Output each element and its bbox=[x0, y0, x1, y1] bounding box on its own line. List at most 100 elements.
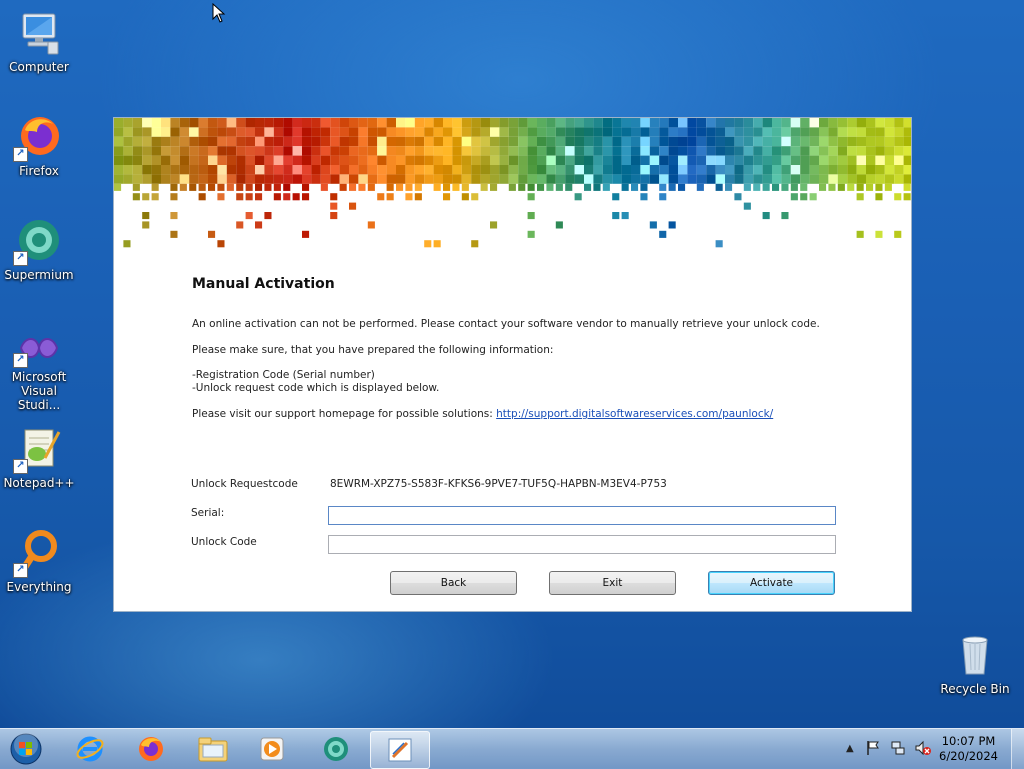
mosaic-tile bbox=[151, 193, 159, 201]
mosaic-tile bbox=[772, 146, 782, 156]
mosaic-tile bbox=[396, 165, 406, 175]
mosaic-tile bbox=[330, 155, 340, 165]
mosaic-tile bbox=[687, 155, 697, 165]
desktop-icon-supermium[interactable]: ↗ Supermium bbox=[2, 216, 76, 282]
back-button[interactable]: Back bbox=[390, 571, 517, 595]
mosaic-tile bbox=[612, 165, 622, 175]
mosaic-tile bbox=[584, 118, 594, 128]
shortcut-arrow-icon: ↗ bbox=[13, 147, 28, 162]
mosaic-tile bbox=[292, 165, 302, 175]
mosaic-tile bbox=[433, 127, 443, 137]
mosaic-tile bbox=[537, 118, 547, 128]
mosaic-tile bbox=[151, 155, 161, 165]
support-link[interactable]: http://support.digitalsoftwareservices.c… bbox=[496, 408, 773, 420]
mosaic-tile bbox=[819, 146, 829, 156]
mosaic-tile bbox=[424, 127, 434, 137]
mosaic-tile bbox=[790, 136, 801, 147]
mosaic-tile bbox=[903, 183, 911, 191]
desktop-icon-recycle-bin[interactable]: Recycle Bin bbox=[938, 630, 1012, 696]
mosaic-tile bbox=[443, 127, 453, 137]
action-center-flag-icon[interactable] bbox=[866, 740, 880, 756]
mosaic-tile bbox=[386, 193, 394, 201]
mosaic-tile bbox=[837, 174, 848, 184]
desktop-icon-notepadpp[interactable]: ↗ Notepad++ bbox=[2, 424, 76, 490]
mosaic-tile bbox=[452, 118, 462, 128]
mosaic-tile bbox=[245, 174, 255, 184]
start-button[interactable] bbox=[4, 731, 48, 767]
mosaic-tile bbox=[320, 146, 331, 156]
taskbar-activation-app[interactable] bbox=[370, 731, 430, 769]
taskbar-file-explorer[interactable] bbox=[187, 731, 239, 767]
mosaic-tile bbox=[490, 127, 500, 137]
mosaic-tile bbox=[631, 165, 641, 175]
desktop-icon-everything[interactable]: ↗ Everything bbox=[2, 528, 76, 594]
mosaic-tile bbox=[414, 193, 422, 201]
mosaic-tile bbox=[480, 118, 490, 128]
network-icon[interactable] bbox=[890, 740, 906, 756]
mosaic-tile bbox=[236, 221, 244, 229]
mosaic-tile bbox=[593, 127, 603, 137]
mosaic-tile bbox=[349, 183, 357, 191]
mosaic-tile bbox=[649, 136, 660, 147]
mosaic-tile bbox=[884, 165, 895, 175]
mosaic-tile bbox=[884, 155, 895, 165]
mosaic-tile bbox=[640, 146, 650, 156]
mosaic-tile bbox=[208, 127, 218, 137]
mosaic-tile bbox=[480, 155, 490, 165]
activate-button[interactable]: Activate bbox=[708, 571, 835, 595]
mosaic-tile bbox=[320, 136, 331, 147]
mosaic-tile bbox=[142, 165, 152, 175]
system-clock[interactable]: 10:07 PM 6/20/2024 bbox=[939, 734, 998, 764]
desktop-icon-computer[interactable]: Computer bbox=[2, 8, 76, 74]
mosaic-tile bbox=[602, 155, 613, 165]
mosaic-tile bbox=[734, 136, 744, 147]
file-explorer-icon bbox=[198, 737, 228, 762]
mosaic-tile bbox=[367, 221, 375, 229]
taskbar-internet-explorer[interactable] bbox=[64, 731, 116, 767]
mosaic-tile bbox=[640, 174, 650, 184]
mosaic-tile bbox=[687, 146, 697, 156]
mosaic-tile bbox=[367, 146, 378, 156]
mosaic-tile bbox=[480, 183, 488, 191]
mosaic-tile bbox=[255, 136, 265, 147]
mosaic-tile bbox=[762, 183, 770, 191]
serial-input[interactable] bbox=[328, 506, 836, 525]
mosaic-tile bbox=[480, 174, 490, 184]
mosaic-tile bbox=[339, 118, 349, 128]
mosaic-tile bbox=[405, 146, 415, 156]
mosaic-tile bbox=[170, 212, 178, 220]
shortcut-arrow-icon: ↗ bbox=[13, 563, 28, 578]
mosaic-tile bbox=[856, 155, 866, 165]
show-desktop-button[interactable] bbox=[1011, 729, 1024, 769]
mosaic-tile bbox=[527, 165, 537, 175]
mosaic-tile bbox=[245, 193, 253, 201]
unlock-code-input[interactable] bbox=[328, 535, 836, 554]
mosaic-tile bbox=[555, 174, 566, 184]
mosaic-tile bbox=[499, 174, 509, 184]
desktop-icon-visual-studio[interactable]: ↗ Microsoft Visual Studi... bbox=[2, 330, 76, 412]
mosaic-tile bbox=[179, 136, 190, 147]
show-hidden-icons-icon[interactable]: ▲ bbox=[846, 743, 854, 754]
mosaic-tile bbox=[443, 174, 453, 184]
mosaic-tile bbox=[264, 136, 274, 147]
mosaic-tile bbox=[226, 127, 237, 137]
taskbar-media-player[interactable] bbox=[246, 731, 298, 767]
mosaic-tile bbox=[377, 136, 387, 147]
mosaic-tile bbox=[405, 174, 415, 184]
mosaic-tile bbox=[555, 118, 566, 128]
mosaic-tile bbox=[621, 127, 631, 137]
mosaic-tile bbox=[123, 146, 133, 156]
mosaic-tile bbox=[875, 174, 885, 184]
mosaic-tile bbox=[302, 193, 310, 201]
mosaic-tile bbox=[255, 221, 263, 229]
mosaic-tile bbox=[659, 230, 667, 238]
taskbar-firefox[interactable] bbox=[125, 731, 177, 767]
taskbar-supermium[interactable] bbox=[310, 731, 362, 767]
mosaic-tile bbox=[198, 127, 208, 137]
exit-button[interactable]: Exit bbox=[549, 571, 676, 595]
mosaic-tile bbox=[508, 118, 519, 128]
desktop-icon-firefox[interactable]: ↗ Firefox bbox=[2, 112, 76, 178]
mosaic-tile bbox=[574, 165, 584, 175]
mosaic-tile bbox=[339, 127, 349, 137]
volume-muted-icon[interactable] bbox=[914, 740, 932, 756]
